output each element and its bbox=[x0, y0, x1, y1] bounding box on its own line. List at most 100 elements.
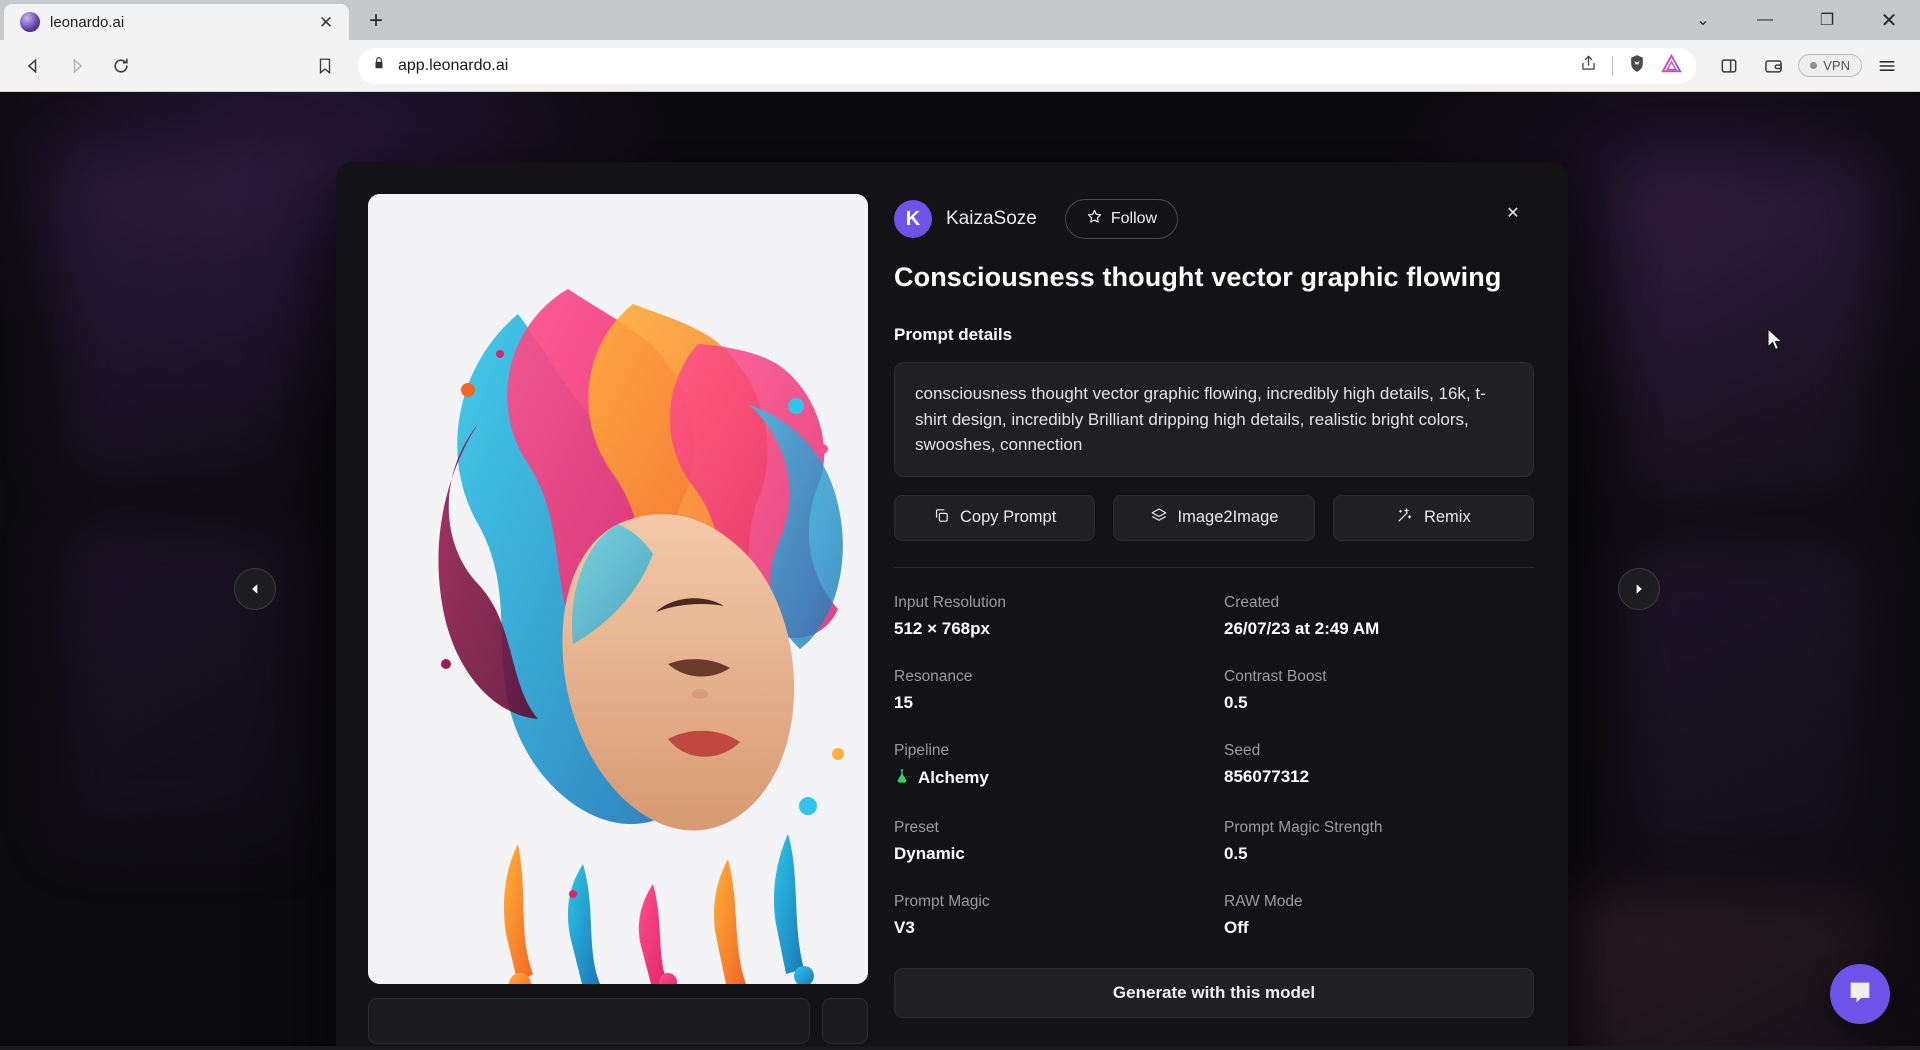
leonardo-app-page: ✕ K KaizaSoze Follow Consciousness thoug… bbox=[0, 92, 1920, 1050]
window-close-button[interactable]: ✕ bbox=[1858, 0, 1920, 40]
window-maximize-button[interactable]: ❐ bbox=[1796, 0, 1858, 40]
meta-input-resolution: Input Resolution 512 × 768px bbox=[894, 594, 1204, 639]
bookmark-icon[interactable] bbox=[306, 47, 344, 85]
bat-triangle-icon[interactable] bbox=[1661, 54, 1682, 78]
url-text: app.leonardo.ai bbox=[398, 57, 1567, 75]
reload-icon[interactable] bbox=[102, 47, 140, 85]
meta-value: 0.5 bbox=[1224, 844, 1534, 864]
remix-label: Remix bbox=[1424, 508, 1471, 527]
hamburger-menu-icon[interactable] bbox=[1868, 47, 1906, 85]
address-bar[interactable]: app.leonardo.ai bbox=[358, 48, 1696, 84]
sparkle-wand-icon bbox=[1396, 506, 1414, 529]
meta-label: RAW Mode bbox=[1224, 893, 1534, 911]
follow-button[interactable]: Follow bbox=[1065, 199, 1178, 239]
support-chat-button[interactable] bbox=[1830, 964, 1890, 1024]
meta-prompt-magic-strength: Prompt Magic Strength 0.5 bbox=[1224, 819, 1534, 864]
meta-value: V3 bbox=[894, 918, 1204, 938]
window-controls: ⌄ — ❐ ✕ bbox=[1672, 0, 1920, 40]
meta-value: 856077312 bbox=[1224, 767, 1534, 787]
forward-icon[interactable] bbox=[58, 47, 96, 85]
chat-bubble-icon bbox=[1846, 978, 1874, 1011]
remix-button[interactable]: Remix bbox=[1333, 495, 1534, 541]
artwork-illustration bbox=[368, 194, 868, 984]
vpn-button[interactable]: VPN bbox=[1798, 54, 1862, 77]
hero-footer-action[interactable] bbox=[822, 998, 868, 1044]
brave-lion-icon[interactable] bbox=[1627, 53, 1647, 79]
generate-with-this-model-button[interactable]: Generate with this model bbox=[894, 968, 1534, 1018]
meta-label: Pipeline bbox=[894, 742, 1204, 760]
meta-created: Created 26/07/23 at 2:49 AM bbox=[1224, 594, 1534, 639]
meta-raw-mode: RAW Mode Off bbox=[1224, 893, 1534, 938]
toolbar-divider bbox=[1612, 56, 1613, 76]
hero-footer-controls bbox=[368, 998, 868, 1044]
prompt-box[interactable]: consciousness thought vector graphic flo… bbox=[894, 362, 1534, 477]
window-minimize-button[interactable]: — bbox=[1734, 0, 1796, 40]
copy-prompt-button[interactable]: Copy Prompt bbox=[894, 495, 1095, 541]
lock-icon bbox=[372, 55, 386, 76]
meta-preset: Preset Dynamic bbox=[894, 819, 1204, 864]
detail-panel: ✕ K KaizaSoze Follow Consciousness thoug… bbox=[894, 194, 1534, 1050]
vpn-status-dot bbox=[1810, 62, 1817, 69]
tab-close-icon[interactable]: ✕ bbox=[315, 11, 337, 33]
avatar[interactable]: K bbox=[894, 200, 932, 238]
image-detail-modal: ✕ K KaizaSoze Follow Consciousness thoug… bbox=[336, 162, 1568, 1050]
author-row: K KaizaSoze Follow bbox=[894, 198, 1534, 240]
hero-image-column bbox=[368, 194, 868, 1050]
prompt-text: consciousness thought vector graphic flo… bbox=[915, 381, 1513, 458]
meta-resonance: Resonance 15 bbox=[894, 668, 1204, 713]
new-tab-button[interactable]: + bbox=[359, 4, 393, 38]
tab-strip: leonardo.ai ✕ + ⌄ — ❐ ✕ bbox=[0, 0, 1920, 40]
meta-label: Preset bbox=[894, 819, 1204, 837]
meta-prompt-magic: Prompt Magic V3 bbox=[894, 893, 1204, 938]
mouse-cursor bbox=[1767, 328, 1785, 359]
meta-label: Resonance bbox=[894, 668, 1204, 686]
meta-value: 512 × 768px bbox=[894, 619, 1204, 639]
star-icon bbox=[1086, 208, 1103, 230]
prompt-details-heading: Prompt details bbox=[894, 325, 1534, 345]
meta-label: Contrast Boost bbox=[1224, 668, 1534, 686]
image2image-label: Image2Image bbox=[1178, 508, 1279, 527]
prompt-action-row: Copy Prompt Image2Image bbox=[894, 495, 1534, 541]
share-icon[interactable] bbox=[1579, 54, 1598, 78]
copy-icon bbox=[933, 507, 950, 529]
page-title: Consciousness thought vector graphic flo… bbox=[894, 262, 1534, 293]
back-icon[interactable] bbox=[14, 47, 52, 85]
hero-footer-bar[interactable] bbox=[368, 998, 810, 1044]
meta-value: Off bbox=[1224, 918, 1534, 938]
metadata-grid: Input Resolution 512 × 768px Created 26/… bbox=[894, 594, 1534, 938]
meta-seed: Seed 856077312 bbox=[1224, 742, 1534, 790]
browser-tab-leonardo[interactable]: leonardo.ai ✕ bbox=[4, 4, 349, 40]
generated-image[interactable] bbox=[368, 194, 868, 984]
browser-window: leonardo.ai ✕ + ⌄ — ❐ ✕ bbox=[0, 0, 1920, 1050]
carousel-prev-button[interactable] bbox=[234, 568, 276, 610]
image2image-button[interactable]: Image2Image bbox=[1113, 495, 1314, 541]
author-name[interactable]: KaizaSoze bbox=[946, 208, 1037, 230]
meta-value-row: Alchemy bbox=[894, 767, 1204, 790]
meta-label: Seed bbox=[1224, 742, 1534, 760]
meta-label: Input Resolution bbox=[894, 594, 1204, 612]
divider bbox=[894, 567, 1534, 568]
layers-icon bbox=[1150, 506, 1168, 529]
sidebar-panel-icon[interactable] bbox=[1710, 47, 1748, 85]
alchemy-flask-icon bbox=[894, 767, 910, 790]
meta-contrast-boost: Contrast Boost 0.5 bbox=[1224, 668, 1534, 713]
meta-label: Created bbox=[1224, 594, 1534, 612]
tab-search-chevron-icon[interactable]: ⌄ bbox=[1672, 0, 1734, 40]
meta-value: 15 bbox=[894, 693, 1204, 713]
vpn-label: VPN bbox=[1823, 58, 1850, 73]
close-icon[interactable]: ✕ bbox=[1494, 194, 1532, 232]
meta-value: 26/07/23 at 2:49 AM bbox=[1224, 619, 1534, 639]
wallet-icon[interactable] bbox=[1754, 47, 1792, 85]
tab-title: leonardo.ai bbox=[50, 14, 305, 31]
meta-value: Dynamic bbox=[894, 844, 1204, 864]
meta-value: Alchemy bbox=[918, 768, 989, 788]
carousel-next-button[interactable] bbox=[1618, 568, 1660, 610]
meta-label: Prompt Magic Strength bbox=[1224, 819, 1534, 837]
meta-pipeline: Pipeline Alchemy bbox=[894, 742, 1204, 790]
follow-label: Follow bbox=[1111, 210, 1157, 228]
browser-toolbar: app.leonardo.ai bbox=[0, 40, 1920, 92]
copy-prompt-label: Copy Prompt bbox=[960, 508, 1056, 527]
meta-label: Prompt Magic bbox=[894, 893, 1204, 911]
page-bottom-edge bbox=[0, 1046, 1920, 1050]
meta-value: 0.5 bbox=[1224, 693, 1534, 713]
